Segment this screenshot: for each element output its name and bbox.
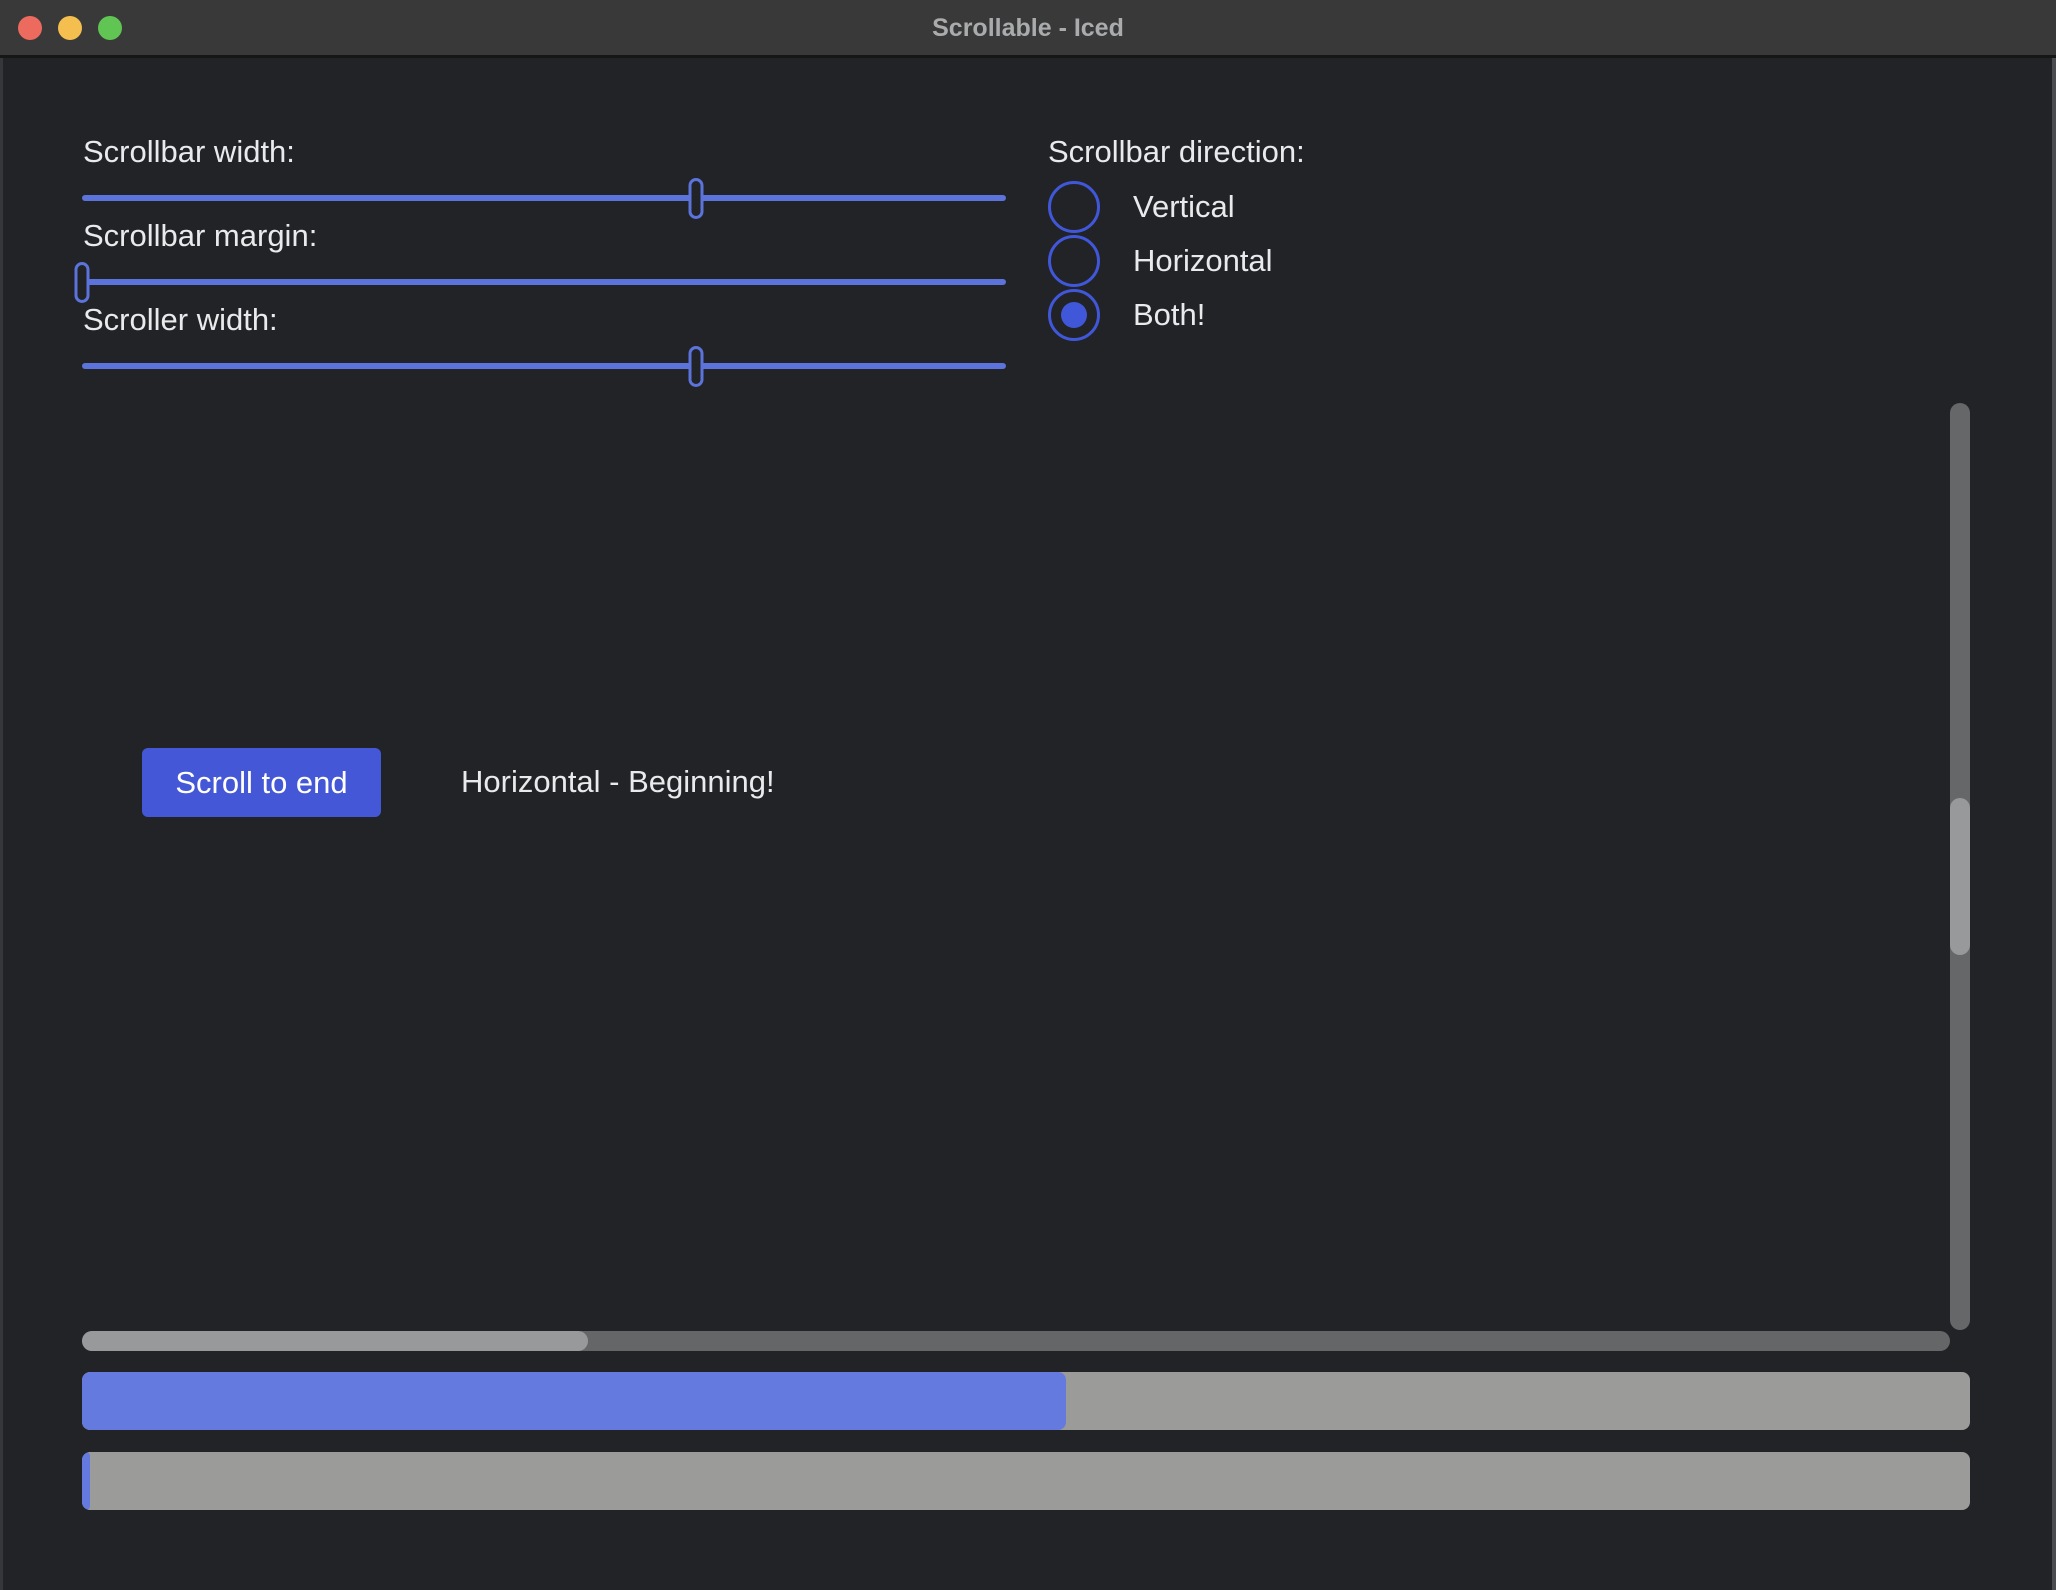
radio-option-label: Horizontal <box>1133 243 1273 279</box>
scroll-status-text: Horizontal - Beginning! <box>461 764 775 800</box>
scrollbar-direction-label: Scrollbar direction: <box>1048 134 1305 170</box>
radio-circle-icon <box>1048 181 1100 233</box>
slider-rail[interactable] <box>82 279 1006 285</box>
slider-handle[interactable] <box>688 178 703 219</box>
scrollbar-width-label: Scrollbar width: <box>83 134 295 170</box>
radio-circle-icon <box>1048 289 1100 341</box>
slider-handle[interactable] <box>688 346 703 387</box>
window-left-edge <box>0 0 3 1590</box>
horizontal-scroll-progress-bar <box>82 1452 1970 1510</box>
horizontal-scrollbar-thumb[interactable] <box>82 1331 588 1351</box>
radio-option-both[interactable]: Both! <box>1048 288 1205 342</box>
progress-fill <box>82 1372 1066 1430</box>
radio-option-vertical[interactable]: Vertical <box>1048 180 1235 234</box>
slider-rail[interactable] <box>82 195 1006 201</box>
radio-circle-icon <box>1048 235 1100 287</box>
window-title: Scrollable - Iced <box>0 0 2056 55</box>
vertical-scroll-progress-bar <box>82 1372 1970 1430</box>
radio-option-label: Both! <box>1133 297 1205 333</box>
radio-option-horizontal[interactable]: Horizontal <box>1048 234 1273 288</box>
vertical-scrollbar[interactable] <box>1950 403 1970 1330</box>
radio-dot-icon <box>1061 302 1087 328</box>
window-right-edge <box>2052 0 2056 1590</box>
window-root: Scrollable - Iced Scrollbar width: Scrol… <box>0 0 2056 1590</box>
slider-rail[interactable] <box>82 363 1006 369</box>
scroller-width-label: Scroller width: <box>83 302 278 338</box>
progress-fill <box>82 1452 90 1510</box>
titlebar: Scrollable - Iced <box>0 0 2056 58</box>
horizontal-scrollbar[interactable] <box>82 1331 1950 1351</box>
scrollbar-margin-label: Scrollbar margin: <box>83 218 317 254</box>
vertical-scrollbar-thumb[interactable] <box>1950 798 1970 955</box>
radio-option-label: Vertical <box>1133 189 1235 225</box>
scroll-to-end-button[interactable]: Scroll to end <box>142 748 381 817</box>
slider-handle[interactable] <box>75 262 90 303</box>
